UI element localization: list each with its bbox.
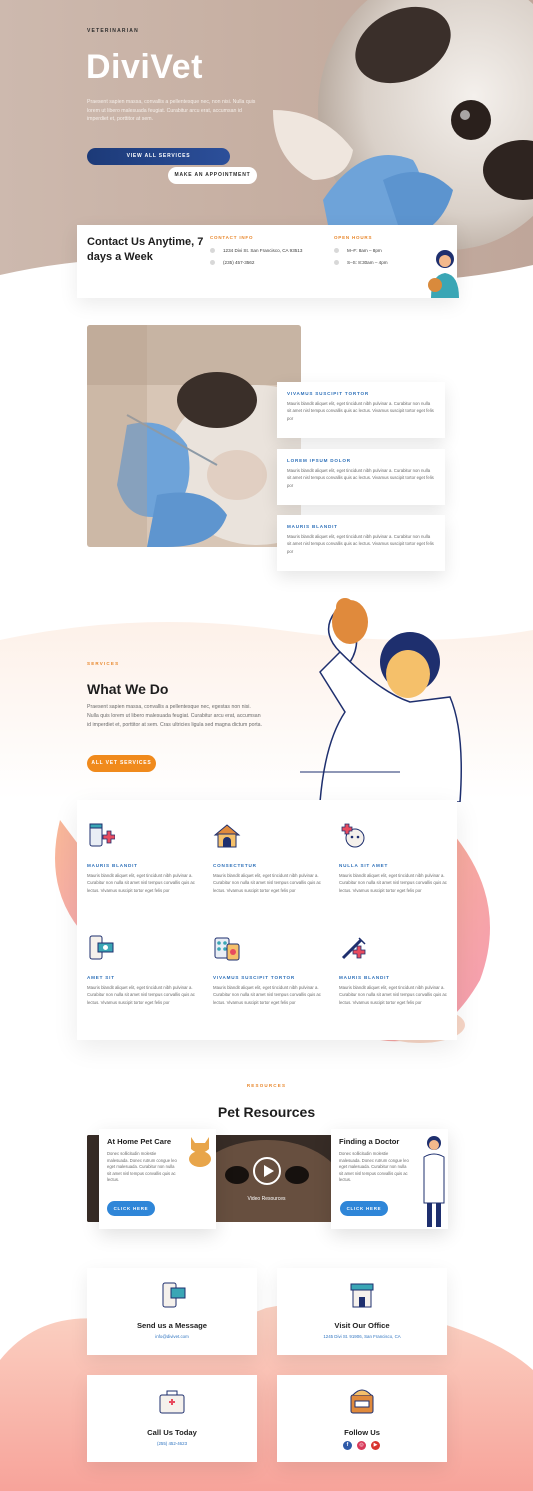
dog-medical-icon	[341, 823, 365, 848]
feature-card-1: VIVAMUS SUSCIPIT TORTOR Mauris blandit a…	[277, 382, 445, 438]
office-address-link[interactable]: 1245 Divi St. 91906, San Francisco, CA	[277, 1334, 447, 1339]
service-item-text: Mauris blandit aliquet elit, eget tincid…	[339, 873, 447, 893]
open-hours-heading: OPEN HOURS	[334, 235, 373, 240]
phone-icon	[210, 260, 215, 265]
service-item-5[interactable]: VIVAMUS SUSCIPIT TORTOR Mauris blandit a…	[213, 934, 331, 1006]
feature-card-2: LOREM IPSUM DOLOR Mauris blandit aliquet…	[277, 449, 445, 505]
services-grid-card: MAURIS BLANDIT Mauris blandit aliquet el…	[77, 800, 457, 1040]
service-item-title: NULLA SIT AMET	[339, 863, 389, 868]
instagram-icon[interactable]: ◎	[357, 1441, 366, 1450]
feature-card-title: VIVAMUS SUSCIPIT TORTOR	[287, 391, 369, 396]
contact-card-office[interactable]: Visit Our Office 1245 Divi St. 91906, Sa…	[277, 1268, 447, 1355]
click-here-button[interactable]: CLICK HERE	[340, 1201, 388, 1216]
address-text: 1234 Divi St. San Francisco, CA 93513	[223, 248, 303, 253]
service-item-title: VIVAMUS SUSCIPIT TORTOR	[213, 975, 295, 980]
contact-card-message[interactable]: Send us a Message info@divivet.com	[87, 1268, 257, 1355]
contact-info-bar: Contact Us Anytime, 7 days a Week CONTAC…	[77, 225, 459, 298]
youtube-icon[interactable]: ▶	[371, 1441, 380, 1450]
phone-text: (235) 457-3562	[223, 260, 255, 265]
service-item-text: Mauris blandit aliquet elit, eget tincid…	[339, 985, 447, 1005]
service-item-text: Mauris blandit aliquet elit, eget tincid…	[213, 873, 321, 893]
vet-dental-photo	[87, 325, 301, 547]
phone-row: (235) 457-3562	[210, 260, 254, 265]
contact-card-title: Visit Our Office	[334, 1321, 390, 1330]
hero-description: Praesent sapien massa, convallis a pelle…	[87, 99, 256, 123]
clock-icon	[334, 248, 339, 253]
phone-money-icon	[89, 935, 114, 960]
feature-card-title: MAURIS BLANDIT	[287, 524, 338, 529]
contact-email-link[interactable]: info@divivet.com	[87, 1334, 257, 1339]
feature-card-text: Mauris blandit aliquet elit, eget tincid…	[287, 534, 434, 554]
feature-card-text: Mauris blandit aliquet elit, eget tincid…	[287, 468, 434, 488]
first-aid-kit-icon	[159, 1390, 185, 1414]
location-icon	[210, 248, 215, 253]
feature-card-title: LOREM IPSUM DOLOR	[287, 458, 351, 463]
service-item-6[interactable]: MAURIS BLANDIT Mauris blandit aliquet el…	[339, 934, 457, 1006]
bottom-gradient-background	[0, 1301, 533, 1491]
make-appointment-button[interactable]: MAKE AN APPOINTMENT	[168, 167, 257, 184]
feature-card-3: MAURIS BLANDIT Mauris blandit aliquet el…	[277, 515, 445, 571]
services-description: Praesent sapien massa, convallis a pelle…	[87, 704, 263, 728]
all-vet-services-button[interactable]: ALL VET SERVICES	[87, 755, 156, 772]
hours-weekend-text: S–S: 8:30am – 4pm	[347, 260, 388, 265]
resource-card-text: Donec sollicitudin molestie malesuada. D…	[339, 1151, 409, 1183]
resources-eyebrow: RESOURCES	[246, 1083, 287, 1088]
service-item-title: MAURIS BLANDIT	[87, 863, 138, 868]
play-icon[interactable]	[253, 1157, 281, 1185]
resources-title: Pet Resources	[217, 1104, 316, 1120]
resource-card-home-care: At Home Pet Care Donec sollicitudin mole…	[99, 1129, 216, 1229]
service-item-text: Mauris blandit aliquet elit, eget tincid…	[87, 873, 195, 893]
facebook-icon[interactable]: f	[343, 1441, 352, 1450]
service-item-3[interactable]: NULLA SIT AMET Mauris blandit aliquet el…	[339, 822, 457, 894]
service-item-text: Mauris blandit aliquet elit, eget tincid…	[87, 985, 195, 1005]
hero-dog-photo	[273, 0, 533, 250]
service-item-title: MAURIS BLANDIT	[339, 975, 390, 980]
services-eyebrow: SERVICES	[87, 661, 120, 666]
doctor-holding-puppy-illustration	[300, 598, 462, 802]
syringe-icon	[341, 937, 366, 960]
address-row: 1234 Divi St. San Francisco, CA 93513	[210, 248, 302, 253]
feature-card-text: Mauris blandit aliquet elit, eget tincid…	[287, 401, 434, 421]
doctor-illustration	[423, 1136, 445, 1227]
contact-card-title: Follow Us	[344, 1428, 380, 1437]
contact-info-heading: CONTACT INFO	[210, 235, 254, 240]
hours-row-weekend: S–S: 8:30am – 4pm	[334, 260, 388, 265]
pet-food-bag-icon	[350, 1389, 374, 1414]
contact-card-title: Call Us Today	[147, 1428, 197, 1437]
dog-house-icon	[213, 824, 241, 848]
hero-title: DiviVet	[86, 48, 203, 86]
contact-card-title: Send us a Message	[136, 1321, 208, 1330]
hours-row-weekday: M–F: 8am – 8pm	[334, 248, 382, 253]
services-title: What We Do	[87, 681, 169, 697]
contact-bar-title: Contact Us Anytime, 7 days a Week	[87, 236, 204, 263]
service-item-title: CONSECTETUR	[213, 863, 257, 868]
cat-illustration	[189, 1137, 211, 1167]
resource-card-finding-doctor: Finding a Doctor Donec sollicitudin mole…	[331, 1129, 448, 1229]
clock-icon	[334, 260, 339, 265]
phone-chat-icon	[162, 1282, 186, 1308]
view-all-services-button[interactable]: VIEW ALL SERVICES	[87, 148, 230, 165]
service-item-2[interactable]: CONSECTETUR Mauris blandit aliquet elit,…	[213, 822, 331, 894]
vet-woman-illustration	[428, 250, 459, 298]
service-item-title: AMET SIT	[87, 975, 115, 980]
service-item-text: Mauris blandit aliquet elit, eget tincid…	[213, 985, 321, 1005]
hours-weekday-text: M–F: 8am – 8pm	[347, 248, 382, 253]
clinic-building-icon	[350, 1283, 374, 1308]
contact-card-call[interactable]: Call Us Today (255) 452-4623	[87, 1375, 257, 1462]
pills-icon	[214, 937, 240, 961]
medicine-bottle-icon	[89, 823, 116, 847]
contact-card-follow: Follow Us f ◎ ▶	[277, 1375, 447, 1462]
resource-card-text: Donec sollicitudin molestie malesuada. D…	[107, 1151, 177, 1183]
service-item-4[interactable]: AMET SIT Mauris blandit aliquet elit, eg…	[87, 934, 205, 1006]
hero-eyebrow: VETERINARIAN	[87, 28, 139, 34]
click-here-button[interactable]: CLICK HERE	[107, 1201, 155, 1216]
service-item-1[interactable]: MAURIS BLANDIT Mauris blandit aliquet el…	[87, 822, 205, 894]
phone-number-link[interactable]: (255) 452-4623	[87, 1441, 257, 1446]
